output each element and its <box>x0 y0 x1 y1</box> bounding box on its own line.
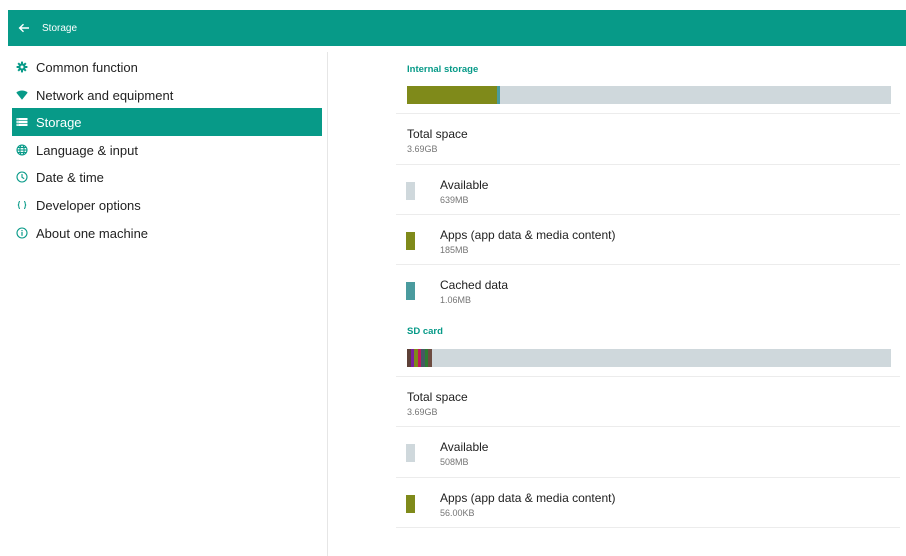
globe-icon <box>16 144 28 156</box>
sidebar-item-about[interactable]: About one machine <box>12 219 322 247</box>
internal-usage-bar <box>407 86 891 104</box>
row-value: 3.69GB <box>407 144 438 154</box>
sidebar-item-label: Common function <box>36 59 138 75</box>
internal-total-space-row: Total space 3.69GB <box>396 114 900 164</box>
sidebar-item-label: Date & time <box>36 169 104 185</box>
row-label: Total space <box>407 390 468 404</box>
row-value: 508MB <box>440 457 469 467</box>
apps-color-swatch <box>406 232 415 250</box>
cached-color-swatch <box>406 282 415 300</box>
apps-color-swatch <box>406 495 415 513</box>
internal-apps-row[interactable]: Apps (app data & media content) 185MB <box>396 215 900 265</box>
back-arrow-icon[interactable] <box>17 21 31 35</box>
row-value: 56.00KB <box>440 508 475 518</box>
gear-icon <box>16 61 28 73</box>
sd-card-header: SD card <box>407 326 443 337</box>
sidebar-item-developer[interactable]: Developer options <box>12 191 322 219</box>
app-bar: Storage <box>8 10 906 46</box>
sd-card-usage-bar <box>407 349 891 367</box>
settings-sidebar: Common function Network and equipment St… <box>8 52 328 556</box>
row-label: Apps (app data & media content) <box>440 491 616 505</box>
page-title: Storage <box>42 22 78 34</box>
usage-segment <box>428 349 432 367</box>
available-color-swatch <box>406 182 415 200</box>
internal-available-row[interactable]: Available 639MB <box>396 165 900 215</box>
sidebar-item-network[interactable]: Network and equipment <box>12 81 322 109</box>
sidebar-item-storage[interactable]: Storage <box>12 108 322 136</box>
available-color-swatch <box>406 444 415 462</box>
row-value: 1.06MB <box>440 295 472 305</box>
row-label: Apps (app data & media content) <box>440 228 616 242</box>
sidebar-item-language[interactable]: Language & input <box>12 136 322 164</box>
braces-icon <box>16 199 28 211</box>
row-label: Available <box>440 440 489 454</box>
row-value: 3.69GB <box>407 407 438 417</box>
sidebar-item-label: Developer options <box>36 197 141 213</box>
usage-segment <box>497 86 500 104</box>
divider <box>396 527 900 528</box>
sidebar-item-common-function[interactable]: Common function <box>12 53 322 81</box>
sidebar-item-date-time[interactable]: Date & time <box>12 163 322 191</box>
usage-segment <box>407 86 497 104</box>
sidebar-item-label: Language & input <box>36 142 138 158</box>
sidebar-item-label: Network and equipment <box>36 87 174 103</box>
sd-available-row[interactable]: Available 508MB <box>396 427 900 477</box>
sidebar-item-label: About one machine <box>36 225 149 241</box>
storage-icon <box>16 116 28 128</box>
sd-total-space-row: Total space 3.69GB <box>396 377 900 427</box>
sd-apps-row[interactable]: Apps (app data & media content) 56.00KB <box>396 478 900 528</box>
row-value: 185MB <box>440 245 469 255</box>
row-label: Available <box>440 178 489 192</box>
row-value: 639MB <box>440 195 469 205</box>
internal-storage-header: Internal storage <box>407 64 479 75</box>
row-label: Total space <box>407 127 468 141</box>
sidebar-item-label: Storage <box>36 114 82 130</box>
info-icon <box>16 227 28 239</box>
wifi-icon <box>16 89 28 101</box>
clock-icon <box>16 171 28 183</box>
row-label: Cached data <box>440 278 509 292</box>
internal-cached-row[interactable]: Cached data 1.06MB <box>396 265 900 315</box>
